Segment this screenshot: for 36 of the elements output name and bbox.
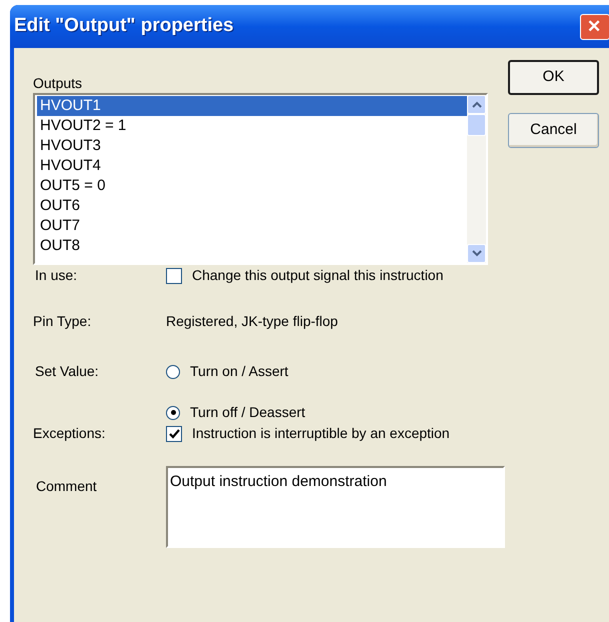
scroll-up-button[interactable]: [467, 95, 486, 114]
list-item[interactable]: HVOUT2 = 1: [37, 116, 467, 136]
chevron-up-icon: [472, 101, 482, 108]
list-item[interactable]: HVOUT3: [37, 136, 467, 156]
outputs-list[interactable]: HVOUT1 HVOUT2 = 1 HVOUT3 HVOUT4 OUT5 = 0 OUT6 OUT7 OUT8: [33, 93, 488, 265]
list-item[interactable]: OUT5 = 0: [37, 176, 467, 196]
radio-button[interactable]: [166, 364, 180, 378]
field-label: Exceptions:: [33, 424, 106, 443]
scroll-thumb[interactable]: [467, 114, 486, 136]
field-label: In use:: [34, 266, 78, 285]
check-icon: [168, 428, 180, 438]
list-item[interactable]: OUT8: [37, 236, 467, 256]
radio-label[interactable]: Turn off / Deassert: [190, 402, 306, 423]
window-title: Edit "Output" properties: [14, 14, 234, 38]
list-item[interactable]: HVOUT1: [37, 96, 467, 116]
cancel-button[interactable]: Cancel: [508, 113, 599, 148]
comment-field[interactable]: Output instruction demonstration: [166, 466, 505, 548]
list-item[interactable]: OUT6: [37, 196, 467, 216]
checkbox[interactable]: [166, 268, 182, 284]
radio-label[interactable]: Turn on / Assert: [190, 361, 288, 382]
chevron-down-icon: [472, 250, 482, 257]
field-label: Outputs: [33, 74, 84, 91]
scrollbar[interactable]: [467, 95, 486, 263]
scroll-down-button[interactable]: [467, 244, 486, 263]
list-item[interactable]: OUT7: [37, 216, 467, 236]
checkbox-label[interactable]: Instruction is interruptible by an exception: [192, 423, 450, 444]
ok-button[interactable]: OK: [508, 60, 599, 95]
checkbox-label[interactable]: Change this output signal this instruction: [192, 265, 444, 286]
field-label: Set Value:: [34, 362, 100, 381]
pin-type-value: Registered, JK-type flip-flop: [166, 312, 338, 331]
list-item[interactable]: HVOUT4: [37, 156, 467, 176]
radio-button[interactable]: [166, 406, 180, 420]
checkbox[interactable]: [166, 426, 182, 442]
field-label: Pin Type:: [33, 312, 92, 331]
close-button[interactable]: ✕: [580, 14, 609, 40]
field-label: Comment: [35, 477, 98, 496]
